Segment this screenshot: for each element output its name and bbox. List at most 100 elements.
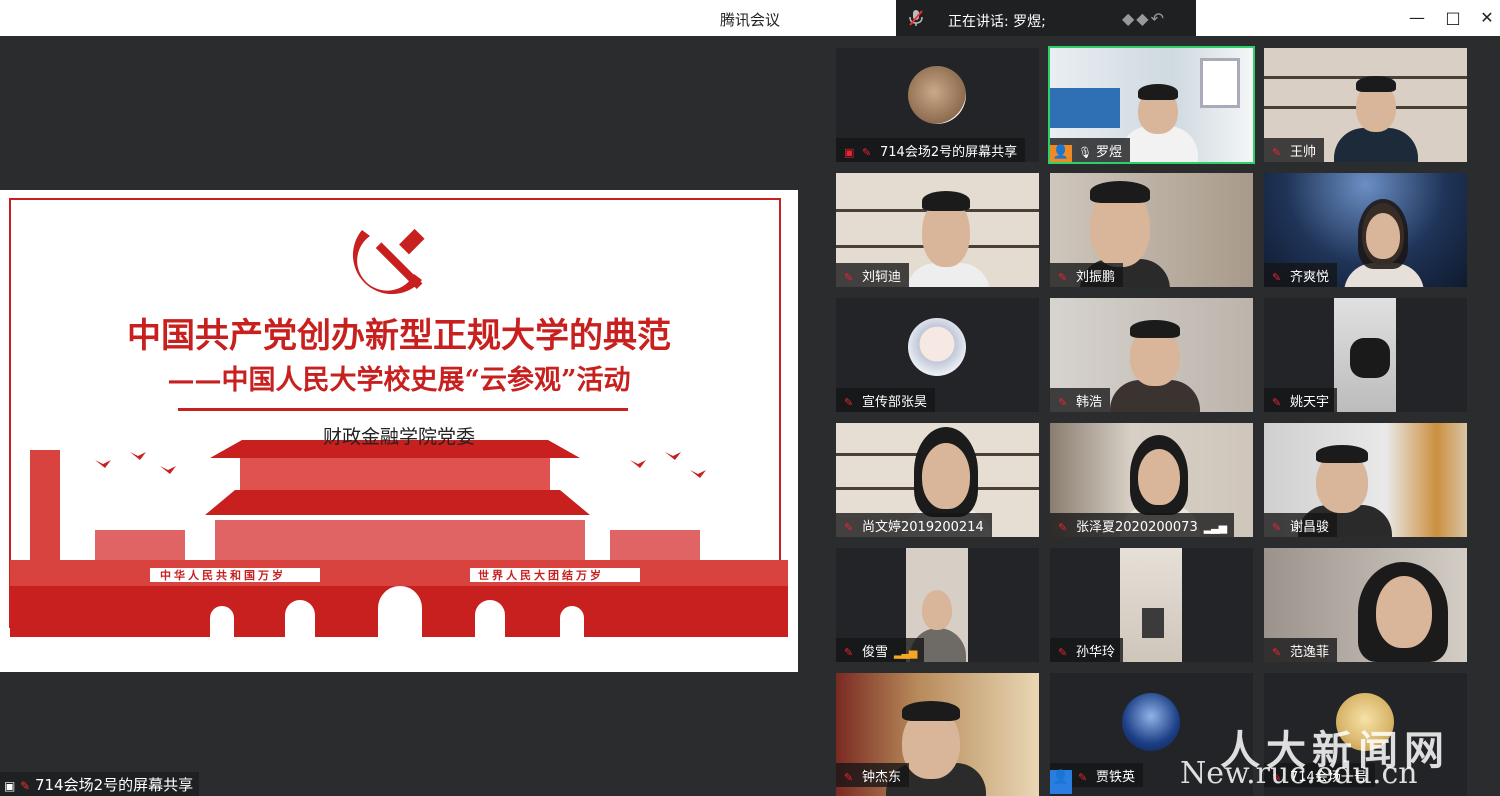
participant-tile[interactable]: ✎ 孙华玲: [1050, 548, 1253, 662]
mic-muted-icon: ✎: [1272, 646, 1282, 659]
signal-bars-icon: ▂▃▅: [1203, 521, 1227, 534]
video-feed: [1120, 548, 1182, 662]
mic-muted-icon: ✎: [1058, 271, 1068, 284]
screen-share-icon: ▣: [4, 779, 16, 793]
chair-in-video: [1142, 608, 1164, 638]
participant-name-tag: ✎ 钟杰东: [836, 763, 910, 787]
participant-name: 姚天宇: [1290, 395, 1330, 410]
participant-name-tag: ✎ 韩浩: [1050, 388, 1111, 412]
person-hair: [1138, 84, 1178, 100]
banner-right: 世界人民大团结万岁: [478, 569, 604, 582]
participant-tile[interactable]: ✎ 谢昌骏: [1264, 423, 1467, 537]
participant-name: 贾铁英: [1096, 770, 1136, 785]
participant-tile[interactable]: ✎ 宣传部张昊: [836, 298, 1039, 412]
screen-share-label-text: 714会场2号的屏幕共享: [34, 776, 194, 794]
participant-name: 范逸菲: [1290, 645, 1330, 660]
participant-name-tag: ✎ 宣传部张昊: [836, 388, 936, 412]
person-head: [1376, 576, 1432, 648]
slide-subtitle: ——中国人民大学校史展“云参观”活动: [167, 365, 631, 396]
participant-tile[interactable]: ✎ 韩浩: [1050, 298, 1253, 412]
participant-name-tag: ✎ 刘振鹏: [1050, 263, 1124, 287]
participant-name-tag: ✎ 王帅: [1264, 138, 1325, 162]
participant-name: 尚文婷2019200214: [862, 520, 984, 535]
close-button[interactable]: ✕: [1474, 6, 1500, 30]
screen-share-icon: ▣: [844, 146, 855, 159]
participant-name-tag: ▣ ✎ 714会场2号的屏幕共享: [836, 138, 1026, 162]
mic-muted-icon: ✎: [20, 779, 31, 793]
person-hair: [922, 191, 970, 211]
mic-muted-icon: ✎: [1272, 521, 1282, 534]
participant-tile[interactable]: ✎ 钟杰东: [836, 673, 1039, 796]
title-bar: 腾讯会议 正在讲话: 罗煜; ◆◆↶ — □ ✕: [0, 0, 1500, 36]
participant-name: 宣传部张昊: [862, 395, 928, 410]
avatar: [1122, 693, 1180, 751]
banner-left: 中华人民共和国万岁: [160, 569, 286, 582]
participant-name: 张泽夏2020200073: [1076, 520, 1198, 535]
user-icon: 👤: [1050, 770, 1072, 794]
slide-title: 中国共产党创办新型正规大学的典范: [127, 316, 671, 356]
speaking-label: 正在讲话: 罗煜;: [948, 14, 1046, 30]
participant-name: 刘轲迪: [862, 270, 902, 285]
participant-tile[interactable]: ✎ 姚天宇: [1264, 298, 1467, 412]
person-hair: [1090, 181, 1150, 203]
minimize-button[interactable]: —: [1404, 6, 1430, 30]
mic-muted-icon: ✎: [1272, 146, 1282, 159]
person-head: [1138, 449, 1180, 505]
mic-muted-icon: ✎: [1272, 271, 1282, 284]
person-hair: [902, 701, 960, 721]
participant-name-tag: ✎ 谢昌骏: [1264, 513, 1338, 537]
participant-name: 俊雪: [862, 645, 889, 660]
mic-muted-icon: ✎: [844, 521, 854, 534]
window-in-video: [1200, 58, 1240, 108]
participant-name: 罗煜: [1096, 145, 1123, 160]
person-hair: [1130, 320, 1180, 338]
person-hair: [1356, 76, 1396, 92]
participant-name-tag: ✎ 张泽夏2020200073 ▂▃▅: [1050, 513, 1235, 537]
participant-tile[interactable]: ✎ 范逸菲: [1264, 548, 1467, 662]
participant-name-tag: ✎ 孙华玲: [1050, 638, 1124, 662]
maximize-button[interactable]: □: [1440, 6, 1466, 30]
watermark-url: New.ruc.edu.cn: [1180, 756, 1418, 791]
user-icon: 👤: [1050, 145, 1072, 162]
mic-muted-icon: ✎: [1058, 646, 1068, 659]
mic-muted-icon: ✎: [1058, 396, 1068, 409]
participant-name-tag: ✎ 刘轲迪: [836, 263, 910, 287]
shared-slide: 中国共产党创办新型正规大学的典范 ——中国人民大学校史展“云参观”活动 财政金融…: [0, 190, 798, 672]
speaking-controls-icon[interactable]: ◆◆↶: [1122, 9, 1166, 28]
participant-tile[interactable]: ✎ 王帅: [1264, 48, 1467, 162]
person-face: [1366, 213, 1400, 259]
participant-tile[interactable]: ✎ 齐爽悦: [1264, 173, 1467, 287]
participant-name-tag: ✎ 尚文婷2019200214: [836, 513, 992, 537]
app-title: 腾讯会议: [719, 11, 780, 29]
participant-name-tag: ✎ 范逸菲: [1264, 638, 1338, 662]
participant-tile[interactable]: ✎ 俊雪 ▂▃▅: [836, 548, 1039, 662]
mic-muted-icon: ✎: [1058, 521, 1068, 534]
participant-name: 王帅: [1290, 145, 1317, 160]
participant-name: 钟杰东: [862, 770, 902, 785]
screen-share-label[interactable]: ▣ ✎ 714会场2号的屏幕共享: [0, 772, 200, 796]
person-body: [1334, 128, 1418, 162]
mic-muted-icon: ✎: [844, 771, 854, 784]
participant-name: 韩浩: [1076, 395, 1103, 410]
mic-icon: 🎙: [1078, 146, 1092, 159]
signal-bars-icon: ▂▃▅: [894, 646, 917, 659]
participant-tile[interactable]: ✎ 尚文婷2019200214: [836, 423, 1039, 537]
shared-screen-area: 中国共产党创办新型正规大学的典范 ——中国人民大学校史展“云参观”活动 财政金融…: [0, 36, 798, 796]
participant-name: 齐爽悦: [1290, 270, 1330, 285]
person-head: [922, 590, 952, 630]
participant-name: 谢昌骏: [1290, 520, 1330, 535]
mic-muted-icon: ✎: [862, 146, 872, 159]
mic-muted-icon: ✎: [1272, 396, 1282, 409]
participant-tile[interactable]: ✎ 张泽夏2020200073 ▂▃▅: [1050, 423, 1253, 537]
person-hair: [1316, 445, 1368, 463]
participant-tile[interactable]: ✎ 刘振鹏: [1050, 173, 1253, 287]
slide-divider: [178, 408, 628, 411]
mic-muted-icon: ✎: [844, 396, 854, 409]
participant-tile[interactable]: ✎ 刘轲迪: [836, 173, 1039, 287]
video-background: [1050, 88, 1120, 128]
speaking-indicator: 正在讲话: 罗煜; ◆◆↶: [896, 0, 1196, 36]
participant-name-tag: ✎ 姚天宇: [1264, 388, 1338, 412]
participant-name-tag: ✎ 齐爽悦: [1264, 263, 1338, 287]
participant-tile-active[interactable]: 👤 🎙 罗煜: [1048, 46, 1255, 164]
participant-tile[interactable]: ▣ ✎ 714会场2号的屏幕共享: [836, 48, 1039, 162]
